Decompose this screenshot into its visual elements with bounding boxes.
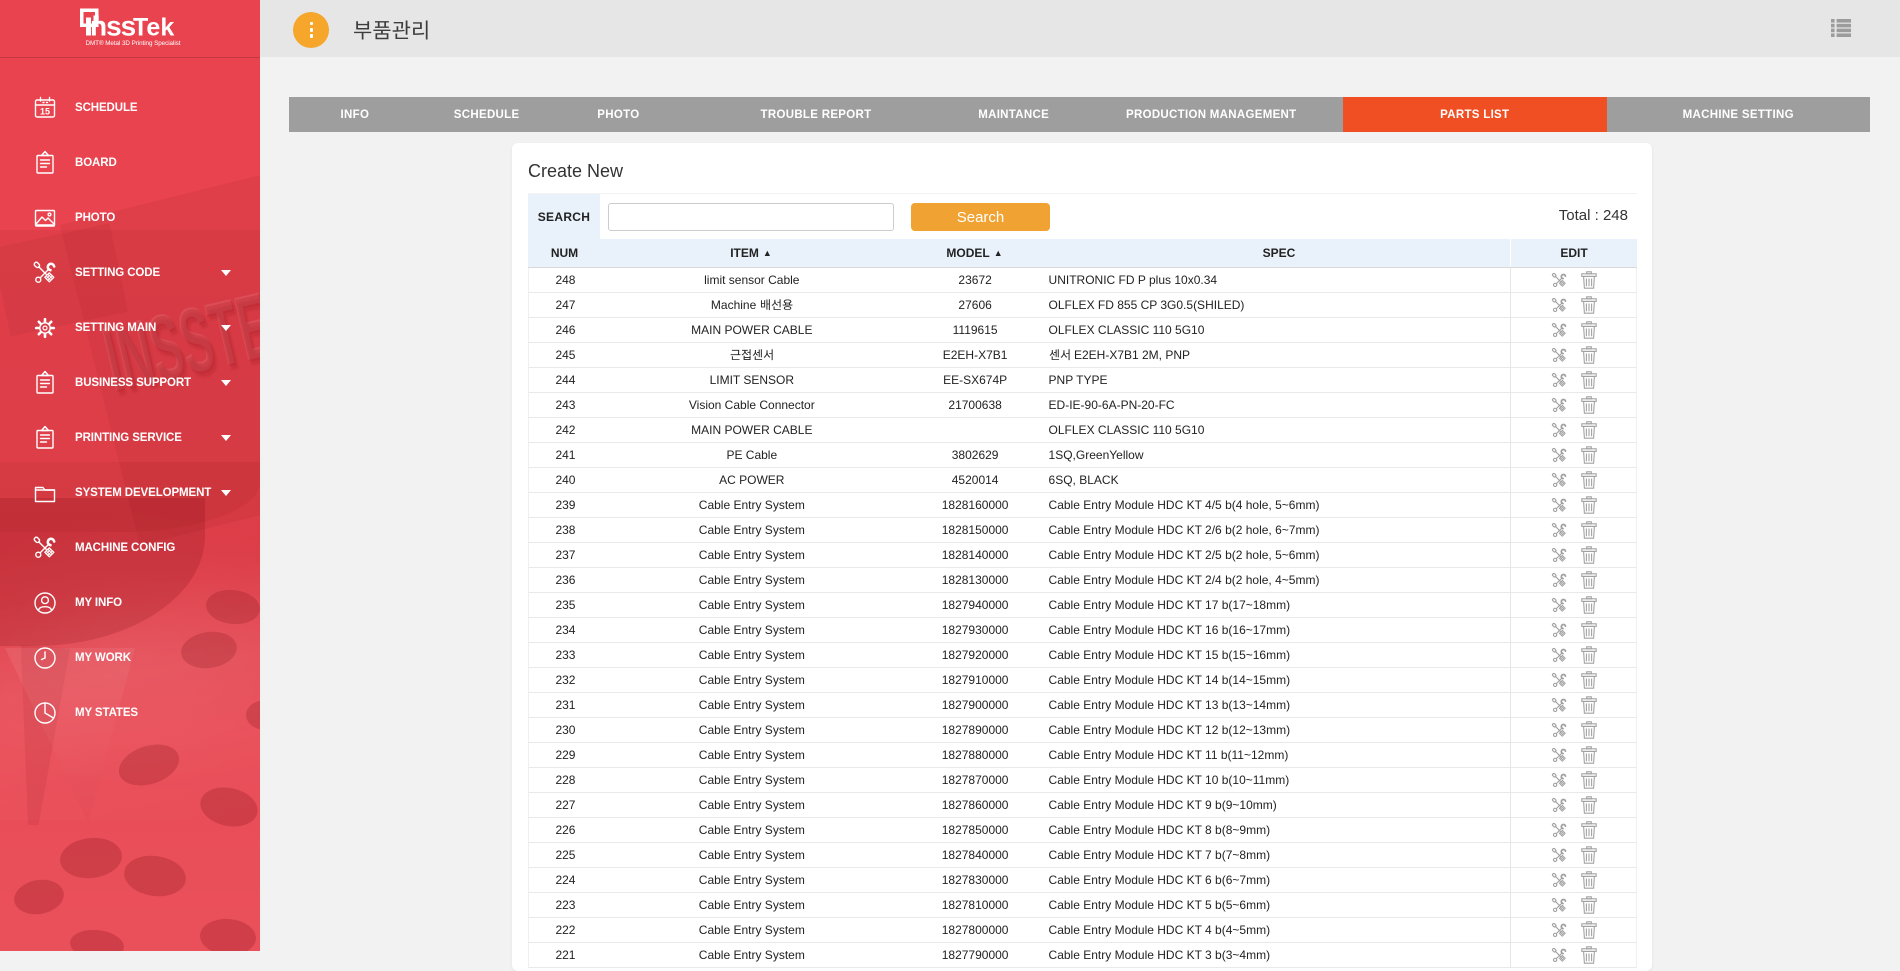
svg-text:DMT® Metal 3D Printing Special: DMT® Metal 3D Printing Specialist <box>86 39 181 47</box>
svg-text:nss: nss <box>90 11 136 42</box>
svg-text:15: 15 <box>40 106 50 116</box>
svg-text:Tek: Tek <box>133 14 174 42</box>
